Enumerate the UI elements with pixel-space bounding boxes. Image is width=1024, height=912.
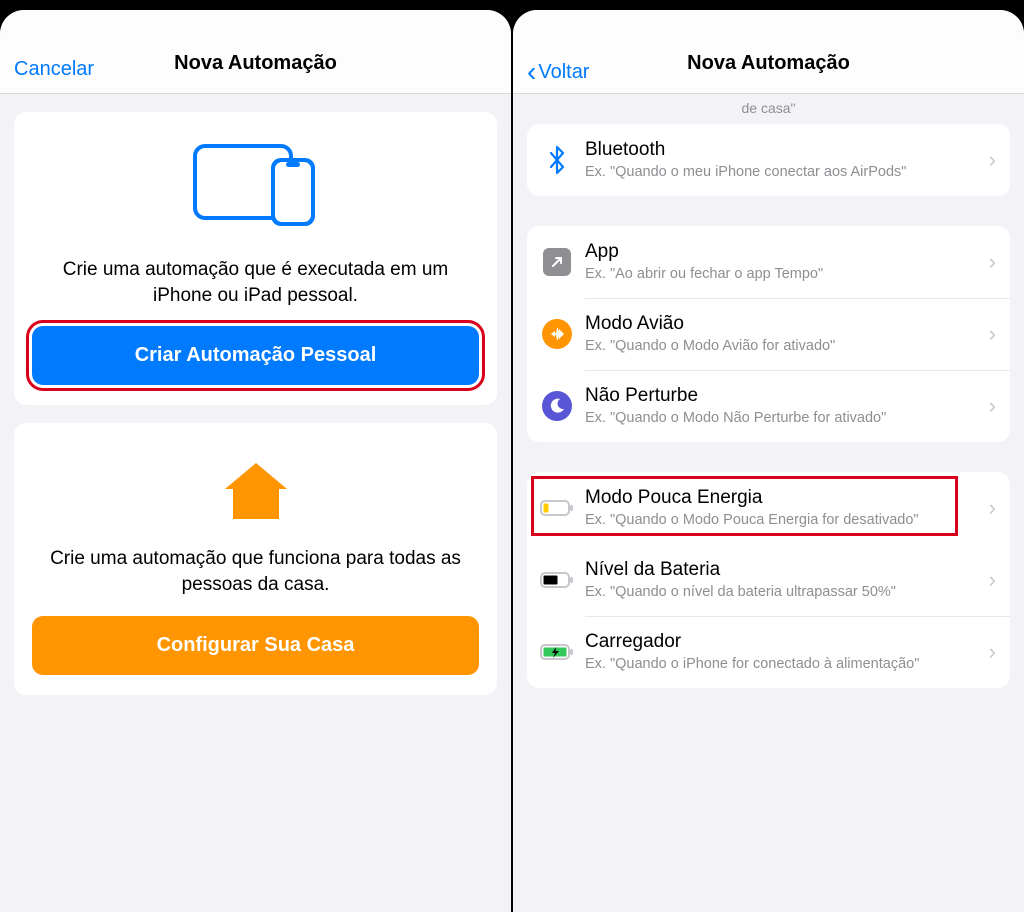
navbar-right: ‹ Voltar Nova Automação <box>513 10 1024 94</box>
chevron-right-icon: › <box>989 249 996 275</box>
row-subtitle: Ex. "Quando o nível da bateria ultrapass… <box>585 583 983 601</box>
chevron-right-icon: › <box>989 495 996 521</box>
list-group-connectivity: Bluetooth Ex. "Quando o meu iPhone conec… <box>527 124 1010 196</box>
list-group-modes: App Ex. "Ao abrir ou fechar o app Tempo"… <box>527 226 1010 442</box>
devices-icon <box>191 140 321 233</box>
charger-icon <box>539 634 575 670</box>
chevron-right-icon: › <box>989 321 996 347</box>
navbar-left: Cancelar Nova Automação <box>0 10 511 94</box>
row-title: Carregador <box>585 631 983 653</box>
page-title: Nova Automação <box>174 52 337 75</box>
right-screen: ‹ Voltar Nova Automação de casa" Bluetoo… <box>513 10 1024 912</box>
back-label: Voltar <box>538 61 589 84</box>
trigger-battery-level[interactable]: Nível da Bateria Ex. "Quando o nível da … <box>527 544 1010 616</box>
low-battery-icon <box>539 490 575 526</box>
personal-desc: Crie uma automação que é executada em um… <box>32 257 479 308</box>
row-subtitle: Ex. "Quando o Modo Não Perturbe for ativ… <box>585 409 983 427</box>
create-personal-automation-button[interactable]: Criar Automação Pessoal <box>32 326 479 385</box>
chevron-right-icon: › <box>989 147 996 173</box>
back-button[interactable]: ‹ Voltar <box>527 58 589 86</box>
row-title: Modo Avião <box>585 313 983 335</box>
chevron-right-icon: › <box>989 567 996 593</box>
row-title: Bluetooth <box>585 139 983 161</box>
home-automation-card: Crie uma automação que funciona para tod… <box>14 423 497 694</box>
trigger-do-not-disturb[interactable]: Não Perturbe Ex. "Quando o Modo Não Pert… <box>527 370 1010 442</box>
chevron-right-icon: › <box>989 639 996 665</box>
row-subtitle: Ex. "Quando o iPhone for conectado à ali… <box>585 655 983 673</box>
trigger-charger[interactable]: Carregador Ex. "Quando o iPhone for cone… <box>527 616 1010 688</box>
house-icon <box>221 461 291 528</box>
left-screen: Cancelar Nova Automação Crie uma automaç… <box>0 10 511 912</box>
app-icon <box>539 244 575 280</box>
row-title: Não Perturbe <box>585 385 983 407</box>
page-title: Nova Automação <box>687 52 850 75</box>
row-title: App <box>585 241 983 263</box>
chevron-left-icon: ‹ <box>527 58 536 86</box>
row-subtitle: Ex. "Quando o meu iPhone conectar aos Ai… <box>585 163 983 181</box>
moon-icon <box>539 388 575 424</box>
row-title: Nível da Bateria <box>585 559 983 581</box>
bluetooth-icon <box>539 142 575 178</box>
row-subtitle: Ex. "Ao abrir ou fechar o app Tempo" <box>585 265 983 283</box>
chevron-right-icon: › <box>989 393 996 419</box>
trigger-bluetooth[interactable]: Bluetooth Ex. "Quando o meu iPhone conec… <box>527 124 1010 196</box>
row-title: Modo Pouca Energia <box>585 487 983 509</box>
truncated-row-subtitle: de casa" <box>513 94 1024 124</box>
airplane-icon <box>539 316 575 352</box>
row-subtitle: Ex. "Quando o Modo Pouca Energia for des… <box>585 511 983 529</box>
row-subtitle: Ex. "Quando o Modo Avião for ativado" <box>585 337 983 355</box>
trigger-app[interactable]: App Ex. "Ao abrir ou fechar o app Tempo"… <box>527 226 1010 298</box>
list-group-power: Modo Pouca Energia Ex. "Quando o Modo Po… <box>527 472 1010 688</box>
configure-home-button[interactable]: Configurar Sua Casa <box>32 616 479 675</box>
trigger-airplane-mode[interactable]: Modo Avião Ex. "Quando o Modo Avião for … <box>527 298 1010 370</box>
personal-automation-card: Crie uma automação que é executada em um… <box>14 112 497 405</box>
trigger-low-power-mode[interactable]: Modo Pouca Energia Ex. "Quando o Modo Po… <box>527 472 1010 544</box>
cancel-button[interactable]: Cancelar <box>14 58 94 81</box>
battery-level-icon <box>539 562 575 598</box>
home-desc: Crie uma automação que funciona para tod… <box>32 546 479 597</box>
